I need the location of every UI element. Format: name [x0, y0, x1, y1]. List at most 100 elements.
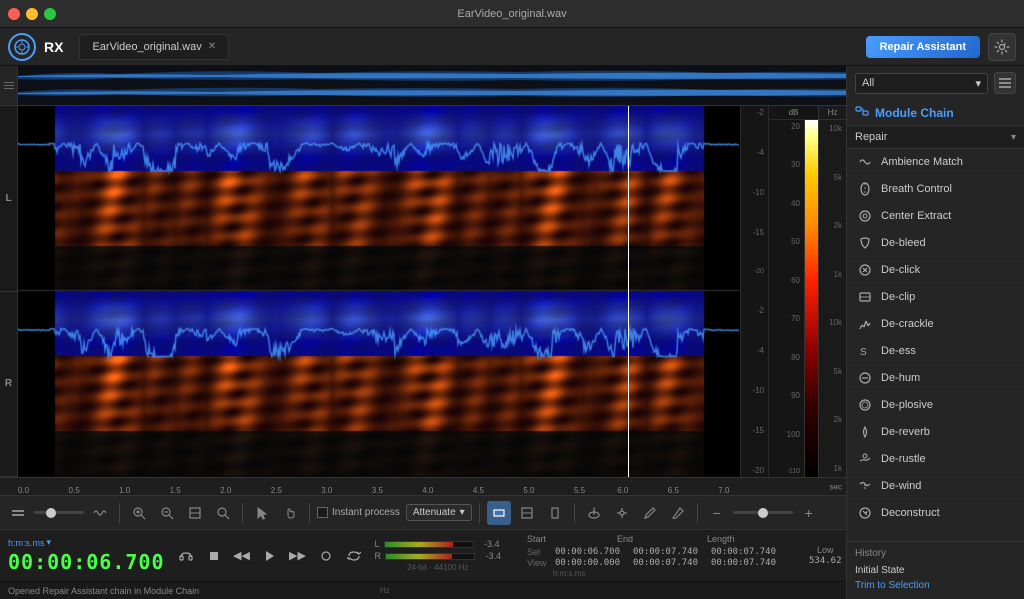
- overview-bar: [0, 66, 846, 106]
- instant-process-checkbox[interactable]: [317, 507, 328, 518]
- zoom-fit-btn[interactable]: [183, 501, 207, 525]
- zoom-minus-btn[interactable]: −: [705, 501, 729, 525]
- module-name-5: De-clip: [881, 291, 915, 303]
- play-btn[interactable]: [259, 545, 281, 567]
- module-chain-icon: [855, 104, 869, 121]
- loop-btn[interactable]: [343, 545, 365, 567]
- tab-close-icon[interactable]: ✕: [208, 41, 216, 52]
- level-meters: L -3.4 R -3.4 24-bit · 44100 Hz: [375, 539, 502, 572]
- zoom-slider-left[interactable]: [34, 511, 84, 514]
- low-value: 534.62: [809, 556, 842, 566]
- spectrogram-canvas-area[interactable]: [18, 106, 740, 477]
- level-l-value: -3.4: [478, 539, 500, 549]
- filter-dropdown-arrow-icon: ▾: [975, 77, 981, 90]
- module-item-ambience-match[interactable]: Ambience Match: [847, 149, 1024, 176]
- brush-tool-btn[interactable]: [666, 501, 690, 525]
- module-item-de-crackle[interactable]: De-crackle: [847, 311, 1024, 338]
- rewind-btn[interactable]: ◀◀: [231, 545, 253, 567]
- spectrogram-area[interactable]: L R -2 -4 -10 -15 -20: [0, 106, 846, 477]
- module-item-de-wind[interactable]: De-wind: [847, 473, 1024, 500]
- zoom-select-btn[interactable]: [211, 501, 235, 525]
- history-trim-selection[interactable]: Trim to Selection: [855, 578, 1016, 593]
- module-item-de-ess[interactable]: S De-ess: [847, 338, 1024, 365]
- fast-forward-btn[interactable]: ▶▶: [287, 545, 309, 567]
- level-bar-l-bg: [384, 541, 474, 548]
- view-label: View: [527, 558, 549, 568]
- module-icon-12: [857, 478, 873, 494]
- module-item-de-bleed[interactable]: De-bleed: [847, 230, 1024, 257]
- scale-30: 30: [771, 160, 802, 169]
- lasso-tool-btn[interactable]: [582, 501, 606, 525]
- scale-40: 40: [771, 199, 802, 208]
- history-initial-state[interactable]: Initial State: [855, 563, 1016, 578]
- headphones-btn[interactable]: [175, 545, 197, 567]
- overview-collapse-button[interactable]: [0, 66, 18, 105]
- sel-end-value: 00:00:07.740: [633, 547, 705, 557]
- rect-select-btn[interactable]: [487, 501, 511, 525]
- waveform-zoom-icon[interactable]: [6, 501, 30, 525]
- zoom-slider-group[interactable]: [34, 511, 84, 514]
- tick-35: 3.5: [372, 486, 383, 495]
- history-title: History: [855, 548, 1016, 559]
- wave-icon-btn[interactable]: [88, 501, 112, 525]
- repair-category-dropdown[interactable]: Repair ▾: [847, 126, 1024, 149]
- minimize-button[interactable]: [26, 8, 38, 20]
- freq-1k-bot: 1k: [821, 464, 844, 473]
- magic-wand-btn[interactable]: [610, 501, 634, 525]
- repair-assistant-button[interactable]: Repair Assistant: [866, 36, 980, 58]
- separator-4: [479, 503, 480, 523]
- maximize-button[interactable]: [44, 8, 56, 20]
- zoom-out-h-btn[interactable]: [155, 501, 179, 525]
- module-item-de-rustle[interactable]: De-rustle: [847, 446, 1024, 473]
- module-item-deconstruct[interactable]: Deconstruct: [847, 500, 1024, 527]
- module-item-de-clip[interactable]: De-clip: [847, 284, 1024, 311]
- scale-50: 50: [771, 237, 802, 246]
- hamburger-menu-btn[interactable]: [994, 72, 1016, 94]
- module-name-12: De-wind: [881, 480, 921, 492]
- module-icon-6: [857, 316, 873, 332]
- settings-icon-button[interactable]: [988, 33, 1016, 61]
- hand-tool-btn[interactable]: [278, 501, 302, 525]
- module-item-center-extract[interactable]: Center Extract: [847, 203, 1024, 230]
- module-item-breath-control[interactable]: Breath Control: [847, 176, 1024, 203]
- freq-info-area: Low 534.62 High 21762 Range 21227 Cursor: [809, 545, 846, 566]
- zoom-plus-btn[interactable]: +: [797, 501, 821, 525]
- overview-waveform-svg: [18, 66, 846, 105]
- module-chain-header: Module Chain: [847, 100, 1024, 126]
- db-minus2-bot: -2: [743, 306, 766, 315]
- left-panel: L R -2 -4 -10 -15 -20: [0, 66, 846, 599]
- time-select-btn[interactable]: [515, 501, 539, 525]
- tick-3: 3.0: [321, 486, 332, 495]
- view-end-value: 00:00:07.740: [633, 558, 705, 568]
- module-item-de-reverb[interactable]: De-reverb: [847, 419, 1024, 446]
- select-tool-btn[interactable]: [250, 501, 274, 525]
- attenuate-dropdown[interactable]: Attenuate ▾: [406, 504, 472, 521]
- module-icon-8: [857, 370, 873, 386]
- module-name-4: De-click: [881, 264, 920, 276]
- transport-controls: ◀◀ ▶▶: [175, 545, 365, 567]
- logo-text: RX: [44, 39, 63, 55]
- hz-transport-label: Hz: [380, 586, 390, 595]
- overview-waveform[interactable]: [18, 66, 846, 105]
- module-item-de-hum[interactable]: De-hum: [847, 365, 1024, 392]
- zoom-in-h-btn[interactable]: [127, 501, 151, 525]
- right-panel-top: All ▾: [847, 66, 1024, 100]
- filter-dropdown[interactable]: All ▾: [855, 73, 988, 94]
- tick-65: 6.5: [668, 486, 679, 495]
- instant-process-label[interactable]: Instant process: [317, 507, 400, 518]
- module-item-de-click[interactable]: De-click: [847, 257, 1024, 284]
- zoom-slider-right[interactable]: [733, 511, 793, 514]
- time-display-area: h:m:s.ms ▾ 00:00:06.700: [8, 537, 165, 574]
- close-button[interactable]: [8, 8, 20, 20]
- module-item-de-plosive[interactable]: De-plosive: [847, 392, 1024, 419]
- file-tab[interactable]: EarVideo_original.wav ✕: [79, 34, 229, 60]
- pencil-tool-btn[interactable]: [638, 501, 662, 525]
- filter-label: All: [862, 77, 874, 89]
- stop-btn[interactable]: [203, 545, 225, 567]
- record-btn[interactable]: [315, 545, 337, 567]
- tick-0: 0.0: [18, 486, 29, 495]
- freq-2k-top: 2k: [821, 221, 844, 230]
- repair-dropdown-arrow-icon: ▾: [1011, 132, 1016, 143]
- freq-select-btn[interactable]: [543, 501, 567, 525]
- time-format-label[interactable]: h:m:s.ms ▾: [8, 537, 165, 548]
